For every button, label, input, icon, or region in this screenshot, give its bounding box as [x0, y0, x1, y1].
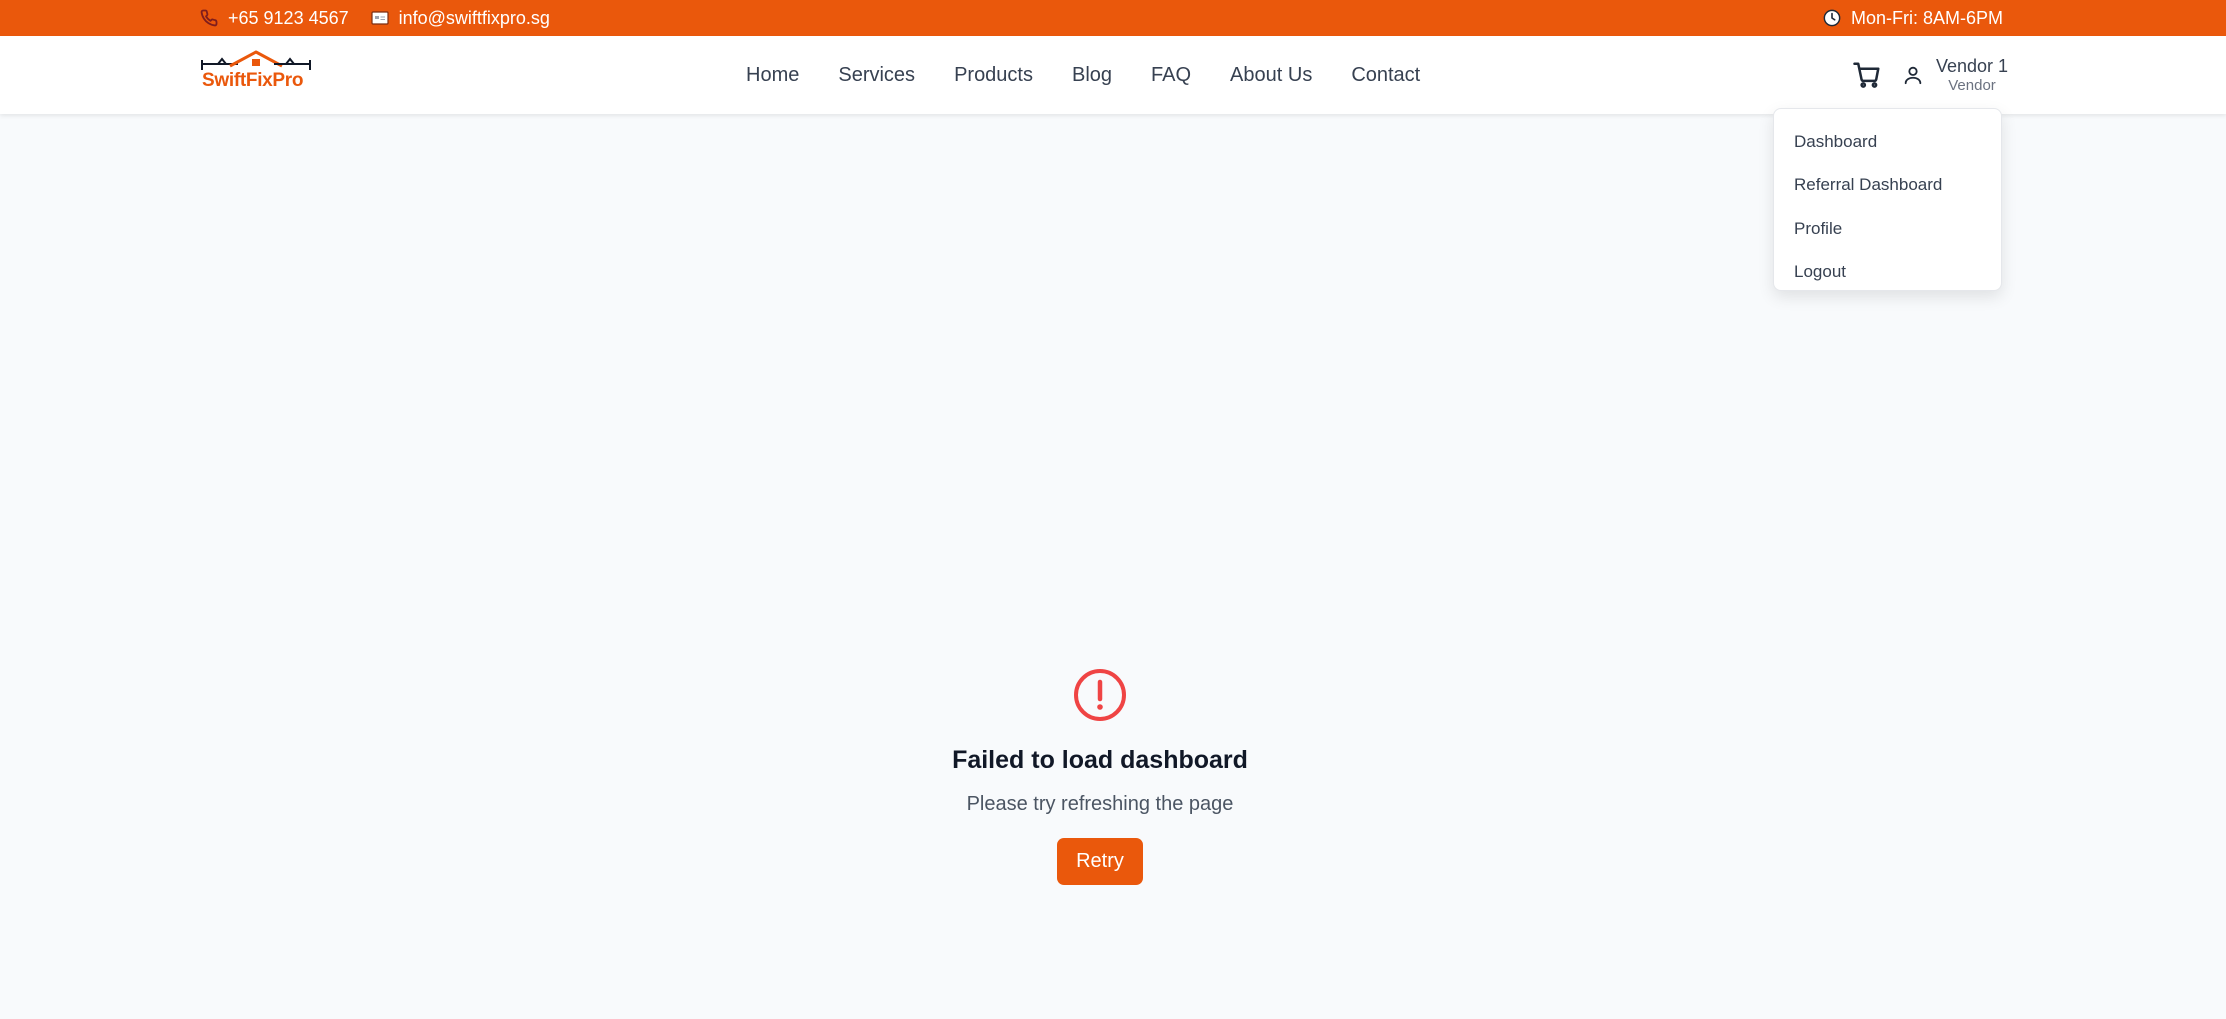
user-info: Vendor 1 Vendor [1936, 55, 2008, 95]
email-icon [371, 11, 389, 25]
error-title: Failed to load dashboard [952, 746, 1248, 774]
menu-item-profile[interactable]: Profile [1774, 207, 2001, 251]
nav-home[interactable]: Home [746, 64, 799, 87]
contact-info: +65 9123 4567 info@swiftfixpro.sg [200, 0, 550, 36]
user-menu-button[interactable]: Vendor 1 Vendor [1902, 54, 2008, 96]
cart-icon [1853, 62, 1880, 88]
error-message: Please try refreshing the page [966, 793, 1234, 815]
clock-icon [1823, 9, 1841, 27]
email-address: info@swiftfixpro.sg [398, 7, 550, 28]
error-state: Failed to load dashboard Please try refr… [0, 668, 2200, 885]
menu-item-referral-dashboard[interactable]: Referral Dashboard [1774, 164, 2001, 208]
user-role: Vendor [1948, 77, 1996, 94]
main-header: SwiftFixPro Home Services Products Blog … [0, 36, 2226, 114]
nav-faq[interactable]: FAQ [1151, 64, 1191, 87]
alert-circle-icon [1074, 669, 1126, 721]
business-hours: Mon-Fri: 8AM-6PM [1823, 0, 2003, 36]
email-contact[interactable]: info@swiftfixpro.sg [371, 8, 550, 29]
logo[interactable]: SwiftFixPro [200, 50, 314, 100]
nav-contact[interactable]: Contact [1351, 64, 1420, 87]
nav-services[interactable]: Services [838, 64, 915, 87]
retry-button[interactable]: Retry [1057, 838, 1143, 885]
user-name: Vendor 1 [1936, 56, 2009, 76]
menu-item-dashboard[interactable]: Dashboard [1774, 120, 2001, 164]
phone-icon [200, 9, 218, 27]
house-roof-icon [201, 50, 311, 70]
phone-contact[interactable]: +65 9123 4567 [200, 8, 349, 29]
nav-products[interactable]: Products [954, 64, 1033, 87]
menu-item-logout[interactable]: Logout [1774, 251, 2001, 295]
logo-text: SwiftFixPro [202, 70, 304, 91]
main-nav: Home Services Products Blog FAQ About Us… [746, 36, 1420, 114]
user-icon [1904, 66, 1922, 85]
nav-about-us[interactable]: About Us [1230, 64, 1312, 87]
top-contact-bar: +65 9123 4567 info@swiftfixpro.sg Mon-Fr… [0, 0, 2226, 36]
nav-blog[interactable]: Blog [1072, 64, 1112, 87]
cart-button[interactable] [1852, 60, 1882, 90]
phone-number: +65 9123 4567 [228, 7, 349, 28]
user-dropdown-menu: Dashboard Referral Dashboard Profile Log… [1773, 108, 2002, 291]
hours-text: Mon-Fri: 8AM-6PM [1850, 7, 2003, 28]
